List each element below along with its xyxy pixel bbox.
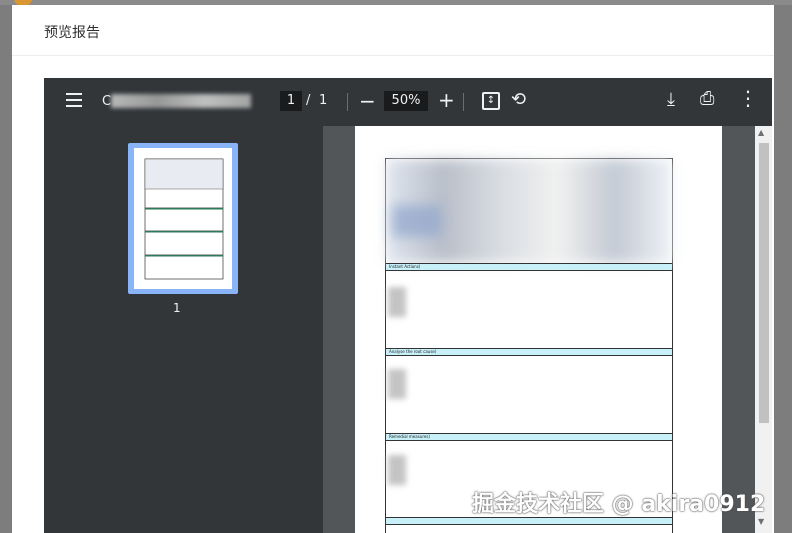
zoom-input[interactable]: 50% [384, 91, 428, 111]
document-page: Instant Actions) Analyse the root cause)… [355, 126, 722, 533]
thumbnail-page-preview [134, 148, 232, 289]
thumbnail-page-number: 1 [173, 301, 181, 315]
thumbnail-sidebar: 1 [44, 126, 323, 533]
dialog-title: 预览报告 [44, 25, 100, 41]
file-name: C [102, 94, 112, 109]
toolbar-divider [347, 93, 348, 111]
section-next [386, 517, 672, 525]
page-separator: / [306, 93, 311, 108]
redacted-content [388, 369, 406, 399]
zoom-in-icon[interactable]: + [438, 90, 455, 110]
page-thumbnail[interactable] [128, 143, 238, 294]
redacted-content [388, 287, 406, 317]
rotate-icon[interactable]: ⟲ [511, 91, 526, 109]
section-instant-actions: Instant Actions) [386, 263, 672, 271]
pdf-toolbar: C 1 / 1 − 50% + ↕ ⟲ ⤓ ⎙ ⋮ [44, 78, 772, 126]
section-label: Remedial measures) [389, 434, 430, 439]
menu-icon[interactable] [66, 93, 82, 107]
page-number-input[interactable]: 1 [280, 91, 302, 111]
section-remedial-measures: Remedial measures) [386, 433, 672, 441]
document-area: Instant Actions) Analyse the root cause)… [323, 126, 772, 533]
report-table: Instant Actions) Analyse the root cause)… [385, 158, 673, 533]
vertical-scrollbar[interactable]: ▲ ▼ [755, 126, 772, 533]
more-icon[interactable]: ⋮ [738, 88, 758, 108]
file-name-blurred [111, 94, 251, 108]
section-root-cause: Analyse the root cause) [386, 348, 672, 356]
section-label: Instant Actions) [389, 264, 421, 269]
fit-page-icon[interactable]: ↕ [482, 92, 500, 110]
pdf-viewer: C 1 / 1 − 50% + ↕ ⟲ ⤓ ⎙ ⋮ 1 Instant Acti… [44, 78, 772, 533]
download-icon[interactable]: ⤓ [667, 91, 675, 109]
scrollbar-thumb[interactable] [759, 143, 769, 423]
scroll-up-icon[interactable]: ▲ [758, 128, 764, 137]
preview-dialog: 预览报告 C 1 / 1 − 50% + ↕ ⟲ ⤓ ⎙ ⋮ 1 Instant… [12, 5, 774, 533]
report-header-blurred [392, 205, 442, 237]
zoom-out-icon[interactable]: − [359, 91, 376, 111]
watermark: 掘金技术社区 @ akira0912 [472, 492, 766, 517]
redacted-content [388, 455, 406, 485]
section-label: Analyse the root cause) [389, 349, 437, 354]
scroll-down-icon[interactable]: ▼ [758, 517, 764, 526]
toolbar-divider [463, 93, 464, 111]
dialog-header: 预览报告 [12, 5, 774, 56]
print-icon[interactable]: ⎙ [700, 90, 714, 108]
page-total: 1 [319, 93, 328, 108]
